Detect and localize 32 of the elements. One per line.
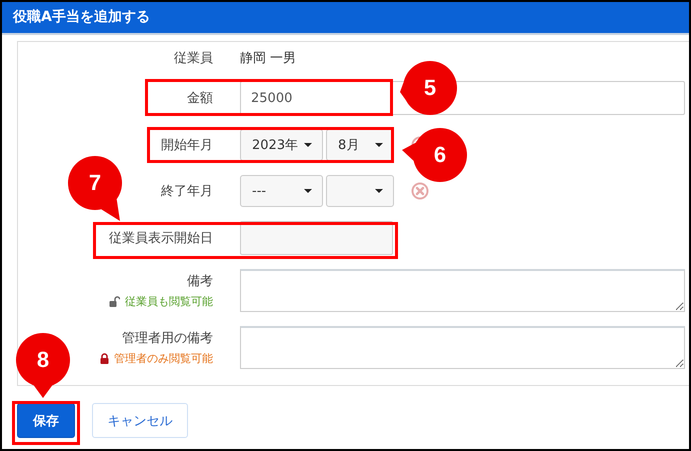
visibility-note: 従業員も閲覧可能 (125, 294, 213, 309)
employee-name: 静岡 一男 (240, 51, 296, 66)
caret-icon (304, 189, 312, 193)
month-select[interactable] (326, 175, 394, 207)
field-label: 従業員 (174, 51, 213, 66)
callout-tooltip (400, 61, 457, 115)
caret-icon (375, 189, 383, 193)
callout-number: 6 (432, 141, 448, 169)
cancel-button[interactable]: キャンセル (92, 403, 188, 438)
highlight-frame (12, 401, 80, 445)
year-select[interactable]: --- (240, 175, 323, 207)
caret-icon (375, 143, 383, 147)
window-title: 役職A手当を追加する (13, 9, 150, 25)
callout-tooltip (402, 128, 467, 182)
field-label: 終了年月 (161, 184, 213, 199)
field-label: 開始年月 (161, 138, 213, 153)
field-label: 管理者用の備考 (122, 330, 213, 347)
callout-tooltip (16, 333, 70, 398)
visibility-note: 管理者のみ閲覧可能 (114, 351, 213, 366)
callout-number: 8 (36, 346, 50, 374)
month-select[interactable]: 8月 (326, 129, 394, 161)
callout-number: 7 (88, 169, 102, 197)
clear-icon[interactable] (411, 182, 429, 200)
year-select[interactable]: 2023年 (240, 129, 323, 161)
field-label: 従業員表示開始日 (109, 231, 213, 246)
field-label: 金額 (187, 91, 213, 106)
field-label: 備考 (187, 273, 213, 290)
note-field[interactable] (240, 269, 685, 312)
save-button[interactable]: 保存 (17, 403, 75, 438)
admin-note-field[interactable] (240, 326, 685, 369)
caret-icon (304, 143, 312, 147)
callout-tooltip (68, 156, 122, 221)
